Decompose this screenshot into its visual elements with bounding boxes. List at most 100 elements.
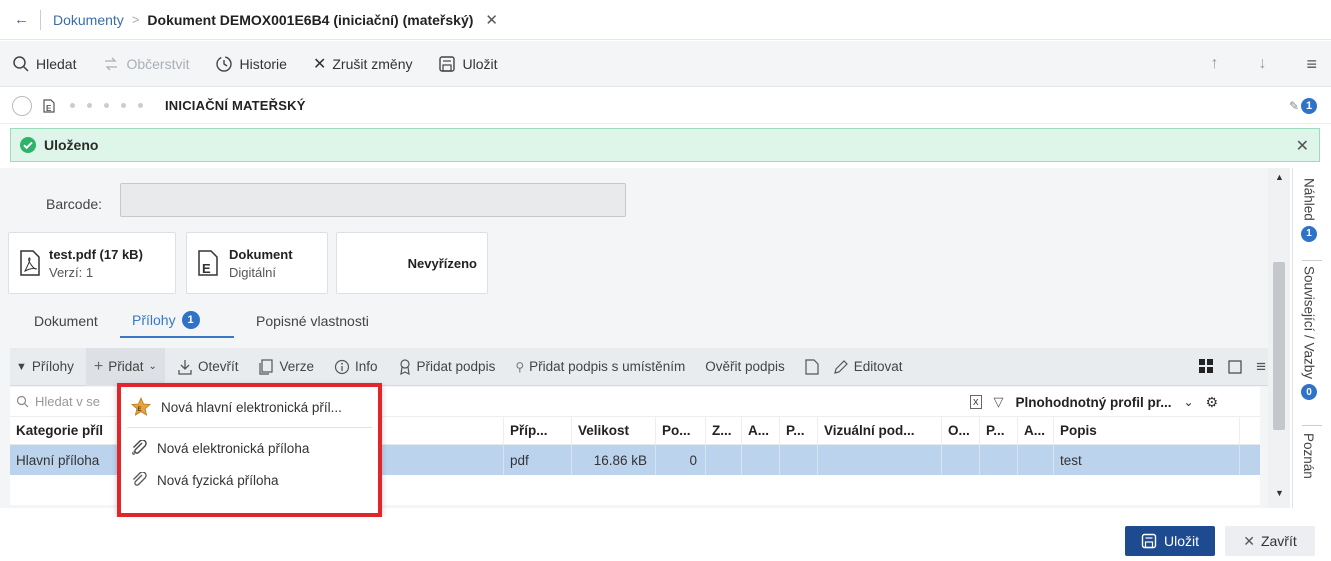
edit-button[interactable]: Editovat: [833, 359, 903, 375]
side-panel: Náhled 1 Související / Vazby 0 Poznán: [1292, 168, 1331, 508]
column-header[interactable]: Popis: [1054, 417, 1240, 444]
add-attachment-button[interactable]: + Přidat ⌄: [85, 347, 165, 386]
pdf-button[interactable]: [805, 358, 819, 375]
grid-view-icon[interactable]: [1199, 359, 1214, 374]
save-toolbar-button[interactable]: Uložit: [438, 55, 498, 73]
new-main-electronic-attachment-item[interactable]: E Nová hlavní elektronická příl...: [121, 391, 378, 423]
chevron-down-icon: ▼: [16, 360, 27, 373]
cell: 16.86 kB: [572, 445, 656, 475]
column-header[interactable]: Po...: [656, 417, 706, 444]
cancel-changes-button[interactable]: ✕ Zrušit změny: [313, 54, 413, 74]
refresh-icon: [105, 57, 118, 70]
list-menu-icon[interactable]: ≡: [1256, 357, 1266, 377]
excel-export-icon[interactable]: x: [970, 395, 982, 409]
arrow-down-icon[interactable]: ↓: [1258, 55, 1266, 73]
cell: [742, 445, 780, 475]
open-button[interactable]: Otevřít: [177, 359, 238, 375]
side-tab-related[interactable]: Související / Vazby 0: [1301, 266, 1317, 401]
arrow-up-icon[interactable]: ↑: [1210, 55, 1218, 73]
attachments-section-toggle[interactable]: ▼ Přílohy: [16, 359, 74, 374]
add-signature-label: Přidat podpis: [416, 359, 496, 374]
column-header[interactable]: Příp...: [504, 417, 572, 444]
side-tab-preview-badge: 1: [1301, 225, 1317, 242]
search-button-label: Hledat: [36, 55, 77, 72]
tab-properties[interactable]: Popisné vlastnosti: [256, 313, 369, 329]
attachment-indicator[interactable]: ✎ 1: [1289, 97, 1317, 114]
save-button[interactable]: Uložit: [1125, 526, 1215, 556]
back-arrow-icon[interactable]: ←: [14, 11, 34, 28]
document-type-card[interactable]: E Dokument Digitální: [186, 232, 328, 294]
save-toolbar-label: Uložit: [462, 55, 498, 72]
active-tab-indicator: [120, 336, 234, 338]
column-header[interactable]: P...: [980, 417, 1018, 444]
file-card[interactable]: test.pdf (17 kB) Verzí: 1: [8, 232, 176, 294]
new-electronic-attachment-label: Nová elektronická příloha: [157, 440, 310, 456]
tab-attachments[interactable]: Přílohy 1: [132, 311, 200, 329]
filter-icon[interactable]: ▽: [994, 394, 1004, 410]
save-icon: [439, 55, 456, 72]
close-button[interactable]: ✕ Zavřít: [1225, 526, 1315, 556]
scrollbar-thumb[interactable]: [1273, 262, 1285, 430]
cell: [780, 445, 818, 475]
document-type-subtitle: Digitální: [229, 264, 276, 280]
divider: [1302, 260, 1322, 261]
side-tab-preview[interactable]: Náhled 1: [1301, 178, 1317, 242]
chevron-down-icon: ⌄: [148, 361, 157, 372]
divider: [1302, 425, 1322, 426]
single-view-icon[interactable]: [1228, 359, 1242, 374]
pdf-file-icon: [20, 250, 40, 276]
column-header[interactable]: Velikost: [572, 417, 656, 444]
add-signature-button[interactable]: Přidat podpis: [398, 358, 496, 375]
star-icon: E: [131, 397, 151, 416]
column-header[interactable]: A...: [742, 417, 780, 444]
column-header[interactable]: A...: [1018, 417, 1054, 444]
verify-signature-label: Ověřit podpis: [705, 359, 785, 374]
saved-banner: Uloženo ✕: [10, 128, 1320, 162]
tab-document[interactable]: Dokument: [34, 313, 98, 329]
info-icon: [334, 359, 350, 374]
state-card[interactable]: Nevyřízeno: [336, 232, 488, 294]
new-electronic-attachment-item[interactable]: e Nová elektronická příloha: [121, 432, 378, 464]
step-dot: [121, 103, 126, 108]
verify-signature-button[interactable]: Ověřit podpis: [705, 359, 785, 374]
status-circle-icon: [12, 95, 32, 116]
new-physical-attachment-label: Nová fyzická příloha: [157, 472, 279, 488]
side-tab-notes[interactable]: Poznán: [1301, 433, 1316, 479]
view-switcher: ≡: [1199, 357, 1266, 377]
side-tab-related-label: Související / Vazby: [1301, 266, 1317, 380]
scroll-up-arrow-icon[interactable]: ▲: [1275, 172, 1284, 182]
barcode-input[interactable]: [120, 183, 626, 217]
hamburger-menu-icon[interactable]: ≡: [1306, 54, 1317, 75]
column-header[interactable]: Vizuální pod...: [818, 417, 942, 444]
svg-text:E: E: [138, 407, 142, 413]
refresh-button[interactable]: Občerstvit: [102, 56, 189, 72]
svg-text:E: E: [202, 261, 211, 276]
cell: test: [1054, 445, 1240, 475]
document-e-icon: E: [198, 250, 218, 276]
breadcrumb-link-documents[interactable]: Dokumenty: [53, 12, 124, 28]
column-header[interactable]: Z...: [706, 417, 742, 444]
status-row: E INICIAČNÍ MATEŘSKÝ ✎ 1: [0, 88, 1331, 124]
chevron-down-icon[interactable]: ⌄: [1183, 395, 1193, 409]
side-tab-related-badge: 0: [1301, 384, 1317, 401]
versions-button[interactable]: Verze: [258, 358, 314, 375]
history-button[interactable]: Historie: [215, 55, 287, 73]
search-button[interactable]: Hledat: [12, 55, 76, 73]
column-header[interactable]: O...: [942, 417, 980, 444]
history-icon: [216, 55, 233, 72]
gear-icon[interactable]: ⚙: [1206, 394, 1219, 411]
close-tab-icon[interactable]: ✕: [485, 11, 498, 29]
save-button-label: Uložit: [1163, 533, 1199, 549]
column-header[interactable]: P...: [780, 417, 818, 444]
versions-icon: [259, 358, 274, 375]
open-download-icon: [178, 359, 192, 375]
grid-search-input[interactable]: Hledat v se: [35, 394, 100, 409]
toolbar-right: ↑ ↓ ≡: [1210, 41, 1317, 87]
add-signature-placed-button[interactable]: ⚲ Přidat podpis s umístěním: [515, 359, 685, 374]
profile-select[interactable]: Plnohodnotný profil pr...: [1016, 395, 1172, 410]
close-banner-icon[interactable]: ✕: [1296, 136, 1309, 156]
info-button[interactable]: Info: [334, 359, 378, 375]
save-icon: [1141, 533, 1157, 549]
new-physical-attachment-item[interactable]: Nová fyzická příloha: [121, 464, 378, 496]
scroll-down-arrow-icon[interactable]: ▼: [1275, 488, 1284, 498]
